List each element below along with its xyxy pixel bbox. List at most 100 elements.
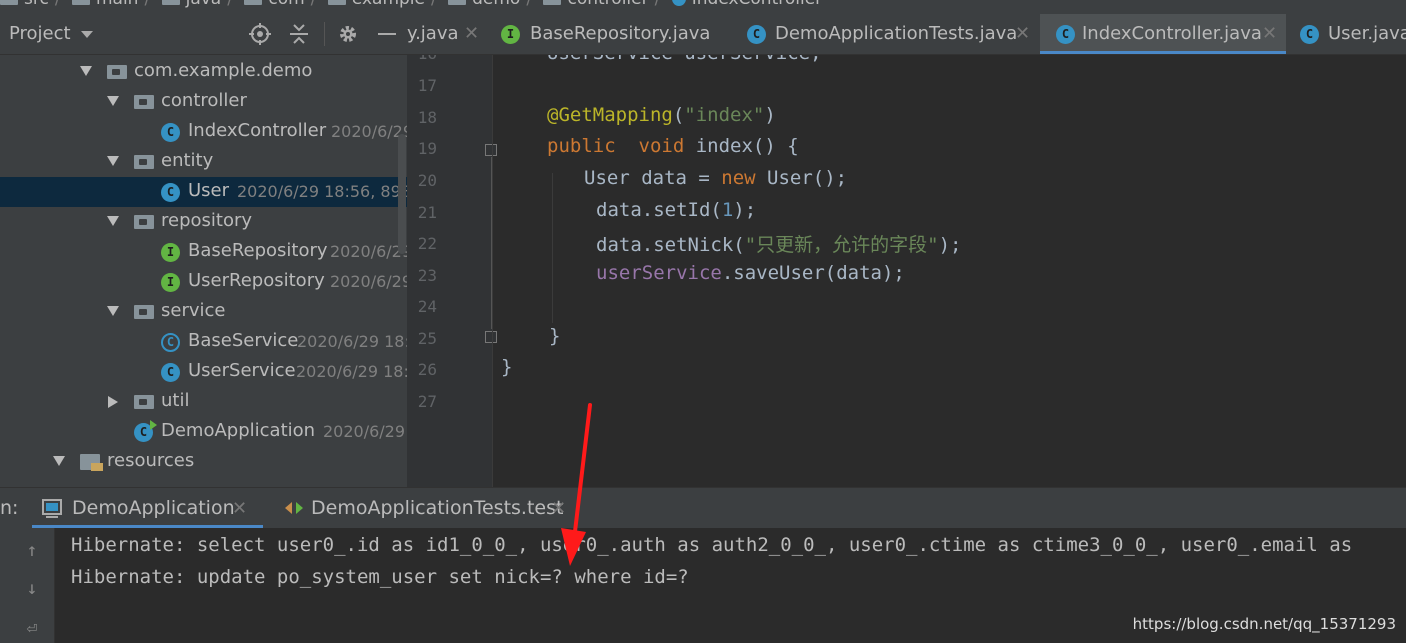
chevron-down-icon[interactable] <box>107 96 119 106</box>
tree-item-label: User <box>188 180 230 201</box>
run-tool-window-tabs: n: DemoApplication ✕ DemoApplicationTest… <box>0 487 1406 529</box>
class-icon: C <box>161 123 180 142</box>
tree-item-repository[interactable]: repository <box>0 207 407 237</box>
code-editor[interactable]: 16 17 18 19 20 21 22 23 24 25 26 27 User… <box>407 55 1406 487</box>
tree-item-userservice[interactable]: C UserService 2020/6/29 18:5 <box>0 357 407 387</box>
tab-user-java[interactable]: C User.java <box>1287 14 1406 54</box>
tree-item-baseservice[interactable]: C BaseService 2020/6/29 18:1 <box>0 327 407 357</box>
tree-item-label: UserService <box>188 360 296 381</box>
tree-item-indexcontroller[interactable]: C IndexController 2020/6/29 <box>0 117 407 147</box>
class-icon: C <box>747 25 766 44</box>
line-number: 19 <box>417 139 437 158</box>
line-number: 22 <box>417 234 437 253</box>
close-icon[interactable]: ✕ <box>1015 23 1030 44</box>
line-number: 27 <box>417 392 437 411</box>
breadcrumb-demo[interactable]: demo <box>472 0 520 9</box>
hide-icon[interactable] <box>376 23 398 45</box>
package-icon <box>134 305 154 319</box>
close-icon[interactable]: ✕ <box>551 498 566 519</box>
code-line-25: } <box>549 325 561 347</box>
run-tab-demo-application[interactable]: DemoApplication ✕ <box>32 488 263 528</box>
locate-icon[interactable] <box>249 23 271 45</box>
tree-item-label: repository <box>161 210 253 231</box>
breadcrumb-controller[interactable]: controller <box>567 0 648 9</box>
tree-item-user[interactable]: C User 2020/6/29 18:56, 898 B <box>0 177 407 207</box>
code-line-20: User data = new User(); <box>584 167 848 189</box>
abstract-class-icon: C <box>161 333 180 352</box>
line-number: 25 <box>417 329 437 348</box>
code-line-18: @GetMapping("index") <box>547 104 776 126</box>
tree-item-meta: 2020/6/29 <box>323 422 406 441</box>
class-icon: C <box>1056 25 1075 44</box>
project-view-selector[interactable]: Project <box>9 23 93 44</box>
tree-item-meta: 2020/6/29 <box>330 242 407 261</box>
tree-item-service[interactable]: service <box>0 297 407 327</box>
tree-item-controller[interactable]: controller <box>0 87 407 117</box>
tab-user-repository-java[interactable]: y.java ✕ <box>407 14 487 54</box>
chevron-down-icon[interactable] <box>107 306 119 316</box>
collapse-all-icon[interactable] <box>288 23 310 45</box>
breadcrumb-com[interactable]: com <box>268 0 304 9</box>
tree-item-label: BaseRepository <box>188 240 328 261</box>
breadcrumb-example[interactable]: example <box>352 0 425 9</box>
tree-item-userrepository[interactable]: I UserRepository 2020/6/29 <box>0 267 407 297</box>
soft-wrap-icon[interactable]: ⏎ <box>22 618 42 639</box>
tree-item-meta: 2020/6/29 <box>330 272 407 291</box>
fold-toggle-icon[interactable] <box>485 144 497 156</box>
line-number: 16 <box>407 55 437 63</box>
folder-icon <box>0 0 18 5</box>
chevron-down-icon <box>80 30 93 38</box>
line-number: 20 <box>417 171 437 190</box>
tree-item-entity[interactable]: entity <box>0 147 407 177</box>
interface-icon: I <box>501 25 520 44</box>
tree-item-baserepository[interactable]: I BaseRepository 2020/6/29 <box>0 237 407 267</box>
tree-item-util[interactable]: util <box>0 387 407 417</box>
tree-item-resources[interactable]: resources <box>0 447 407 477</box>
class-icon: C <box>1300 25 1319 44</box>
project-scrollbar[interactable] <box>398 134 406 254</box>
line-number: 18 <box>417 108 437 127</box>
tab-base-repository-java[interactable]: I BaseRepository.java <box>495 14 730 54</box>
spring-app-icon: C <box>134 420 157 442</box>
folder-icon <box>543 0 562 5</box>
package-icon <box>134 155 154 169</box>
chevron-right-icon[interactable] <box>108 396 118 408</box>
close-icon[interactable]: ✕ <box>464 23 479 44</box>
navigation-breadcrumb: src/ main/ java/ com/ example/ demo/ con… <box>0 0 1406 14</box>
code-line-19: public void index() { <box>547 135 799 157</box>
editor-gutter: 16 17 18 19 20 21 22 23 24 25 26 27 <box>407 55 493 487</box>
breadcrumb-java[interactable]: java <box>186 0 222 9</box>
package-icon <box>134 215 154 229</box>
chevron-down-icon[interactable] <box>53 456 65 466</box>
chevron-down-icon[interactable] <box>107 216 119 226</box>
gear-icon[interactable] <box>337 23 359 45</box>
tree-item-demoapplication[interactable]: C DemoApplication 2020/6/29 <box>0 417 407 447</box>
chevron-down-icon[interactable] <box>107 156 119 166</box>
package-icon <box>107 65 127 79</box>
breadcrumb-main[interactable]: main <box>96 0 138 9</box>
close-icon[interactable]: ✕ <box>1262 23 1277 44</box>
console-line: Hibernate: select user0_.id as id1_0_0_,… <box>71 534 1353 556</box>
tree-item-meta: 2020/6/29 <box>331 122 407 141</box>
breadcrumb-src[interactable]: src <box>24 0 49 9</box>
tree-item-meta: 2020/6/29 18:1 <box>297 332 407 351</box>
run-tab-demo-application-tests[interactable]: DemoApplicationTests.test ✕ <box>283 488 573 528</box>
tab-label: User.java <box>1328 23 1406 44</box>
breadcrumb-indexcontroller[interactable]: IndexController <box>692 0 822 9</box>
class-icon: C <box>161 363 180 382</box>
tree-item-meta: 2020/6/29 18:5 <box>296 362 407 381</box>
close-icon[interactable]: ✕ <box>232 498 247 519</box>
arrow-up-icon[interactable]: ↑ <box>22 540 42 561</box>
class-icon <box>671 0 686 6</box>
tree-item-com-example-demo[interactable]: com.example.demo <box>0 57 407 87</box>
tab-index-controller-java[interactable]: C IndexController.java ✕ <box>1040 14 1286 54</box>
interface-icon: I <box>161 273 180 292</box>
console-toolbar: ↑ ↓ ⏎ <box>0 528 55 643</box>
line-number: 17 <box>417 76 437 95</box>
arrow-down-icon[interactable]: ↓ <box>22 578 42 599</box>
resources-folder-icon <box>80 454 103 471</box>
code-line-21: data.setId(1); <box>596 199 757 221</box>
chevron-down-icon[interactable] <box>80 66 92 76</box>
tab-demo-application-tests-java[interactable]: C DemoApplicationTests.java ✕ <box>737 14 1039 54</box>
fold-toggle-icon[interactable] <box>485 331 497 343</box>
